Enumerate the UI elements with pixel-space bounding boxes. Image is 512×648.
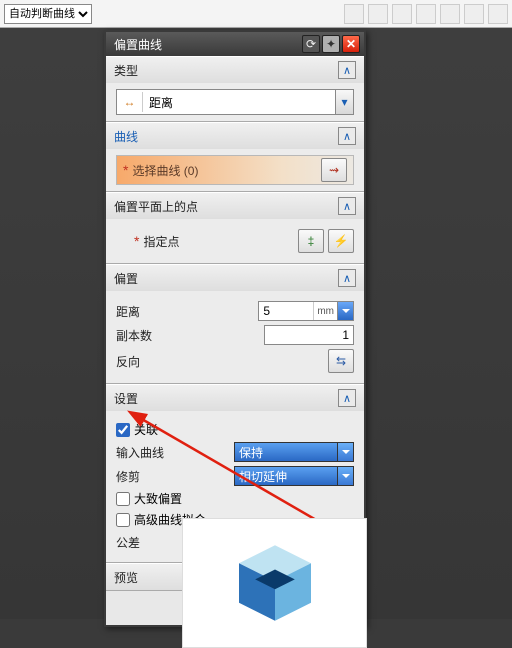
chevron-up-icon[interactable]: ∧ [338,269,356,287]
chevron-up-icon[interactable]: ∧ [338,61,356,79]
tool-icon[interactable] [368,4,388,24]
section-label: 类型 [114,62,338,79]
select-curve-row[interactable]: * 选择曲线 (0) ⇝ [116,155,354,185]
chevron-down-icon[interactable] [337,302,353,320]
required-star-icon: * [123,162,128,178]
trim-row: 修剪 相切延伸 [116,466,354,486]
pin-icon[interactable]: ⟳ [302,35,320,53]
rough-offset-label: 大致偏置 [134,490,182,507]
section-offset: 偏置 ∧ 距离 mm 副本数 反向 ⇆ [106,264,364,384]
required-star-icon: * [134,233,139,249]
copies-input[interactable] [264,325,354,345]
top-toolbar: 自动判断曲线 [0,0,512,28]
input-curve-value: 保持 [235,443,337,461]
trim-value: 相切延伸 [235,467,337,485]
input-curve-label: 输入曲线 [116,444,234,461]
assoc-row: 关联 [116,421,354,438]
chevron-down-icon[interactable] [337,443,353,461]
gear-icon[interactable]: ✦ [322,35,340,53]
cube-logo-icon [230,538,320,628]
close-icon[interactable]: ✕ [342,35,360,53]
specify-point-label: 指定点 [143,233,294,250]
chevron-down-icon[interactable] [337,467,353,485]
chevron-down-icon[interactable]: ▾ [335,90,353,114]
input-curve-combo[interactable]: 保持 [234,442,354,462]
toolbar-icon-group [344,4,508,24]
adv-fit-checkbox[interactable] [116,513,130,527]
section-header-offset[interactable]: 偏置 ∧ [106,265,364,291]
dialog-titlebar[interactable]: 偏置曲线 ⟳ ✦ ✕ [106,32,364,56]
select-curve-label: 选择曲线 (0) [132,162,317,179]
distance-unit: mm [313,302,337,320]
section-type: 类型 ∧ ↔ 距离 ▾ [106,56,364,122]
copies-label: 副本数 [116,327,264,344]
section-curve: 曲线 ∧ * 选择曲线 (0) ⇝ [106,122,364,192]
watermark-logo [182,518,367,648]
distance-row: 距离 mm [116,301,354,321]
section-label: 设置 [114,390,338,407]
tool-icon[interactable] [344,4,364,24]
curve-mode-select[interactable]: 自动判断曲线 [4,4,92,24]
type-dropdown[interactable]: ↔ 距离 ▾ [116,89,354,115]
input-curve-row: 输入曲线 保持 [116,442,354,462]
copies-row: 副本数 [116,325,354,345]
point-dialog-icon[interactable]: ⚡ [328,229,354,253]
distance-icon: ↔ [117,92,143,112]
tool-icon[interactable] [416,4,436,24]
chevron-up-icon[interactable]: ∧ [338,197,356,215]
section-label: 偏置平面上的点 [114,198,338,215]
tool-icon[interactable] [392,4,412,24]
rough-offset-checkbox[interactable] [116,492,130,506]
graphics-viewport[interactable]: 偏置曲线 ⟳ ✦ ✕ 类型 ∧ ↔ 距离 ▾ 曲线 ∧ [0,28,512,619]
curve-picker-icon[interactable]: ⇝ [321,158,347,182]
distance-field[interactable]: mm [258,301,354,321]
point-constructor-icon[interactable]: ‡ [298,229,324,253]
tool-icon[interactable] [464,4,484,24]
trim-label: 修剪 [116,468,234,485]
tool-icon[interactable] [440,4,460,24]
chevron-up-icon[interactable]: ∧ [338,127,356,145]
rough-offset-row: 大致偏置 [116,490,354,507]
section-header-plane-point[interactable]: 偏置平面上的点 ∧ [106,193,364,219]
assoc-label: 关联 [134,421,158,438]
trim-combo[interactable]: 相切延伸 [234,466,354,486]
specify-point-row: * 指定点 ‡ ⚡ [116,229,354,253]
section-label: 偏置 [114,270,338,287]
section-header-type[interactable]: 类型 ∧ [106,57,364,83]
distance-input[interactable] [259,302,313,320]
type-value: 距离 [143,94,335,111]
assoc-checkbox[interactable] [116,423,130,437]
reverse-row: 反向 ⇆ [116,349,354,373]
chevron-up-icon[interactable]: ∧ [338,389,356,407]
section-label: 曲线 [114,128,338,145]
dialog-title: 偏置曲线 [110,36,300,53]
reverse-direction-icon[interactable]: ⇆ [328,349,354,373]
tool-icon[interactable] [488,4,508,24]
distance-label: 距离 [116,303,258,320]
section-header-settings[interactable]: 设置 ∧ [106,385,364,411]
reverse-label: 反向 [116,353,324,370]
section-plane-point: 偏置平面上的点 ∧ * 指定点 ‡ ⚡ [106,192,364,264]
section-header-curve[interactable]: 曲线 ∧ [106,123,364,149]
